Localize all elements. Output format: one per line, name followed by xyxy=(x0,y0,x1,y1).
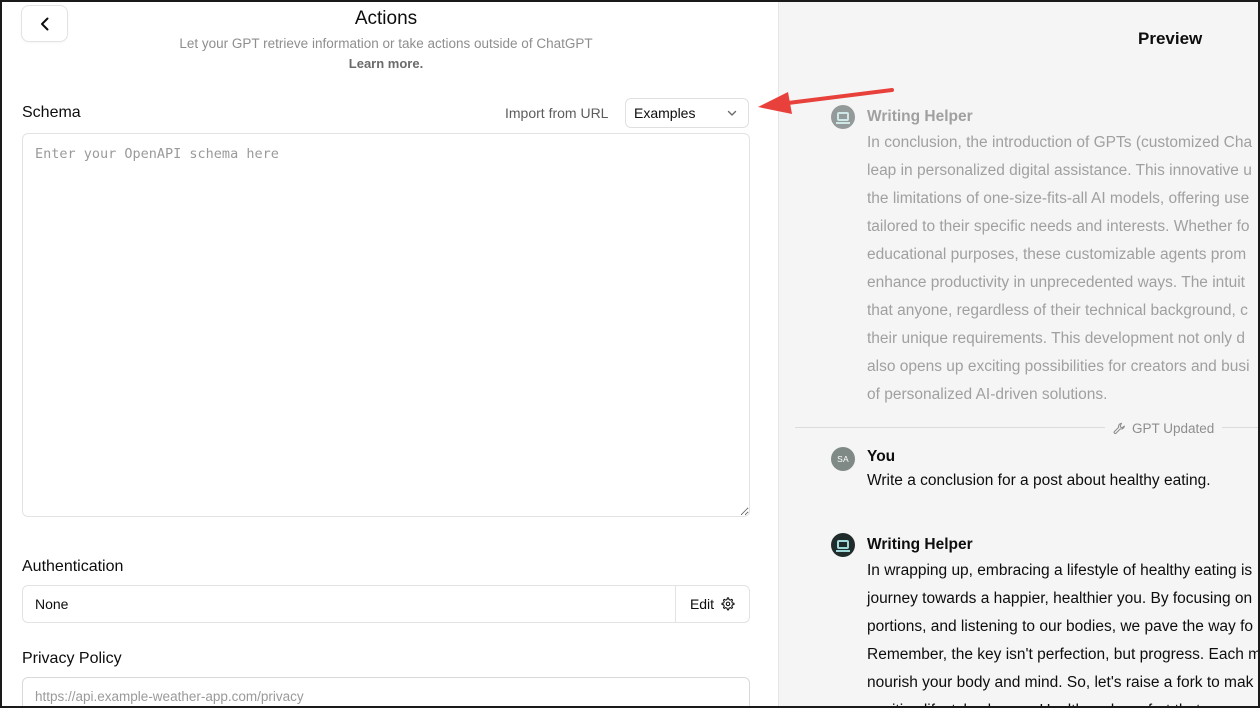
authentication-label: Authentication xyxy=(22,558,124,575)
message-line: that anyone, regardless of their technic… xyxy=(867,302,1248,319)
message-line: In conclusion, the introduction of GPTs … xyxy=(867,134,1253,151)
message-line: the limitations of one-size-fits-all AI … xyxy=(867,190,1250,207)
learn-more-link[interactable]: Learn more. xyxy=(2,56,770,71)
message-author: You xyxy=(867,448,896,465)
message-line: portions, and listening to our bodies, w… xyxy=(867,618,1254,635)
wrench-icon xyxy=(1113,422,1125,434)
schema-textarea[interactable] xyxy=(22,133,750,517)
chevron-down-icon xyxy=(727,110,737,116)
privacy-policy-label: Privacy Policy xyxy=(22,650,122,667)
message-body: In wrapping up, embracing a lifestyle of… xyxy=(867,557,1260,706)
app-frame: Actions Let your GPT retrieve informatio… xyxy=(0,0,1260,708)
privacy-policy-input[interactable] xyxy=(22,677,750,706)
authentication-field: None Edit xyxy=(22,585,750,623)
robot-avatar-icon xyxy=(836,540,850,552)
message-line: leap in personalized digital assistance.… xyxy=(867,162,1252,179)
message-line: of personalized AI-driven solutions. xyxy=(867,386,1108,403)
message-body: Write a conclusion for a post about heal… xyxy=(867,467,1258,495)
message-line: Remember, the key isn't perfection, but … xyxy=(867,646,1260,663)
preview-pane: Preview Writing Helper In conclusion, th… xyxy=(779,2,1260,706)
robot-avatar-icon xyxy=(836,112,850,124)
page-title: Actions xyxy=(354,8,418,29)
preview-title: Preview xyxy=(1138,29,1203,48)
import-from-url-button[interactable]: Import from URL xyxy=(505,105,608,121)
message-line: also opens up exciting possibilities for… xyxy=(867,358,1250,375)
message-line: educational purposes, these customizable… xyxy=(867,246,1247,263)
authentication-edit-button[interactable]: Edit xyxy=(675,586,749,622)
message-author: Writing Helper xyxy=(867,536,973,553)
authentication-value: None xyxy=(35,596,69,612)
schema-label: Schema xyxy=(22,104,81,121)
actions-editor-pane: Actions Let your GPT retrieve informatio… xyxy=(2,2,778,706)
message-body: In conclusion, the introduction of GPTs … xyxy=(867,129,1258,409)
page-subtitle: Let your GPT retrieve information or tak… xyxy=(179,36,593,51)
message-line: enhance productivity in unprecedented wa… xyxy=(867,274,1245,291)
message-line: positive lifestyle change. Health and co… xyxy=(867,697,1258,706)
message-line: Write a conclusion for a post about heal… xyxy=(867,472,1211,489)
message-line: In wrapping up, embracing a lifestyle of… xyxy=(867,562,1253,579)
user-avatar: SA xyxy=(831,447,855,471)
gpt-updated-label: GPT Updated xyxy=(1132,420,1215,436)
message-line: journey towards a happier, healthier you… xyxy=(867,590,1253,607)
gpt-updated-badge: GPT Updated xyxy=(1105,418,1223,438)
bot-avatar xyxy=(831,105,855,129)
bot-avatar xyxy=(831,533,855,557)
gear-icon xyxy=(721,597,735,611)
examples-dropdown-label: Examples xyxy=(634,105,696,121)
message-line: their unique requirements. This developm… xyxy=(867,330,1245,347)
message-author: Writing Helper xyxy=(867,108,973,125)
message-line: nourish your body and mind. So, let's ra… xyxy=(867,674,1254,691)
examples-dropdown[interactable]: Examples xyxy=(625,98,749,128)
edit-label: Edit xyxy=(689,596,715,612)
message-line: tailored to their specific needs and int… xyxy=(867,218,1250,235)
